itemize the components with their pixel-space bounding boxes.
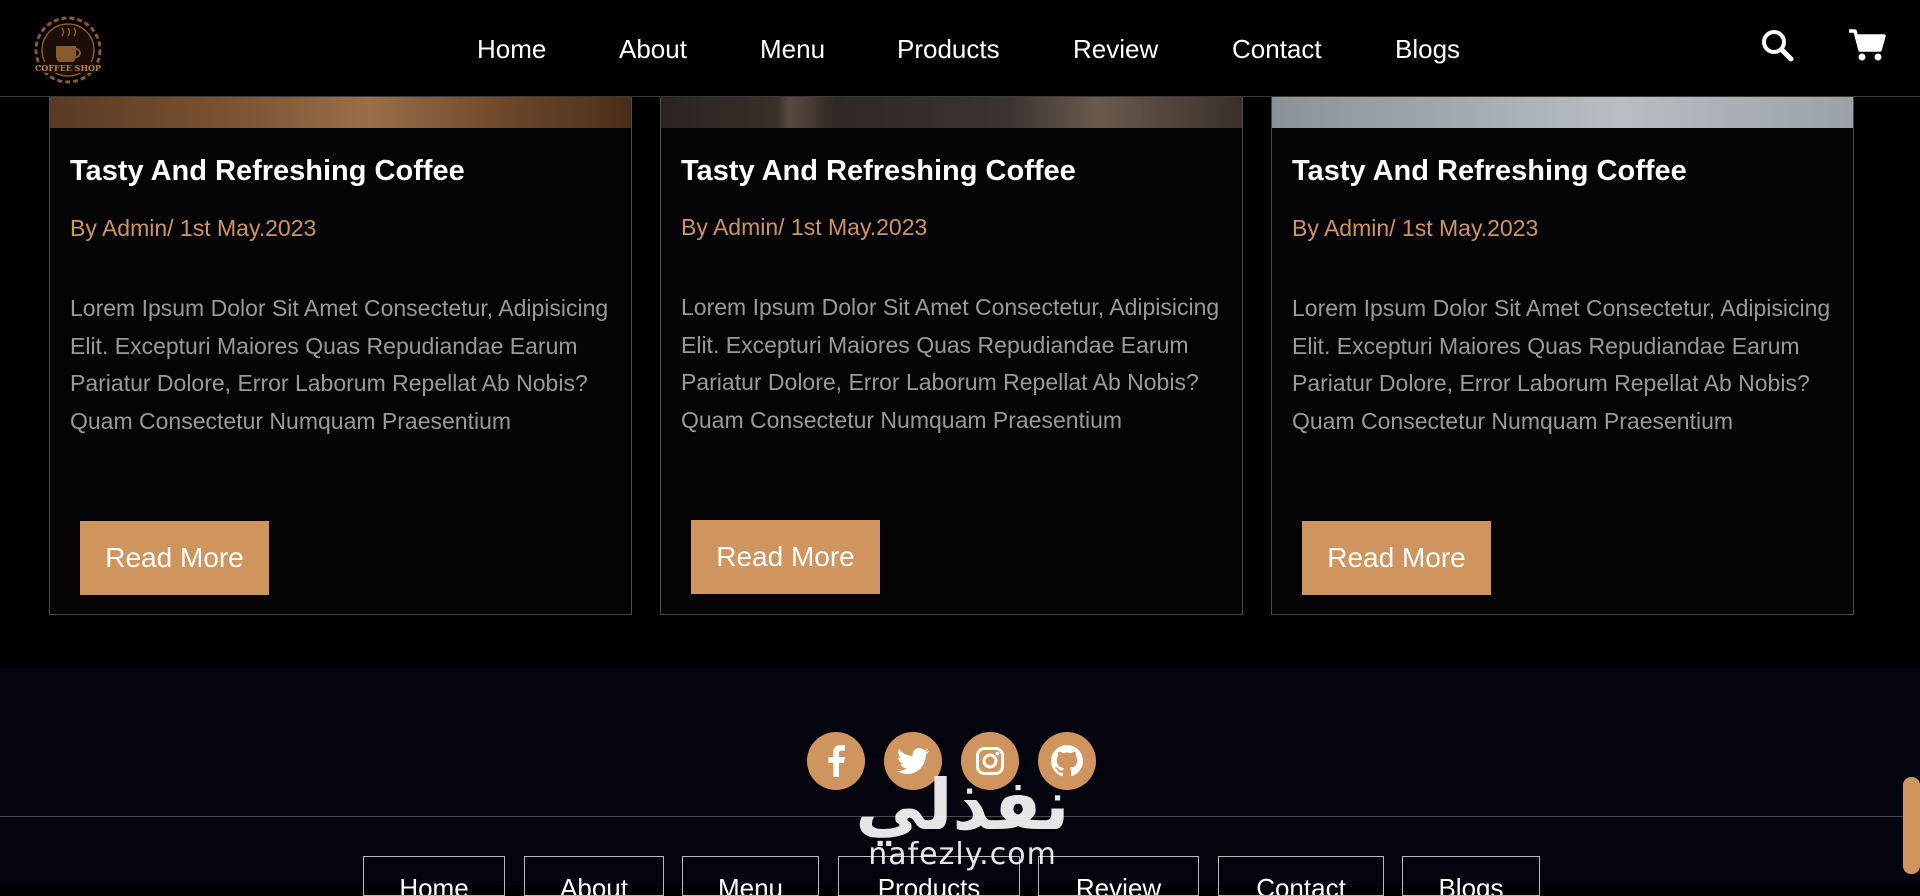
blog-card-image [50, 97, 631, 128]
main-nav: Home About Menu Products Review Contact … [0, 0, 1920, 97]
blog-card-body: Lorem Ipsum Dolor Sit Amet Consectetur, … [70, 295, 609, 434]
blog-card-title: Tasty And Refreshing Coffee [70, 155, 465, 187]
footer-nav-review[interactable]: Review [1038, 856, 1199, 896]
nav-home[interactable]: Home [477, 34, 546, 64]
blog-card: Tasty And Refreshing Coffee By Admin/ 1s… [1271, 97, 1854, 615]
read-more-button[interactable]: Read More [691, 520, 880, 594]
site-header: COFFEE SHOP Home About Menu Products Rev… [0, 0, 1920, 97]
blog-card: Tasty And Refreshing Coffee By Admin/ 1s… [49, 97, 632, 615]
github-icon[interactable] [1038, 732, 1096, 790]
read-more-button[interactable]: Read More [80, 521, 269, 595]
footer-nav-contact[interactable]: Contact [1218, 856, 1384, 896]
nav-about[interactable]: About [619, 34, 687, 64]
blog-card-body: Lorem Ipsum Dolor Sit Amet Consectetur, … [1292, 295, 1831, 434]
blog-card-meta: By Admin/ 1st May.2023 [681, 214, 928, 240]
footer-nav-blogs[interactable]: Blogs [1402, 856, 1540, 896]
scrollbar-thumb[interactable] [1903, 777, 1920, 874]
footer-nav-menu[interactable]: Menu [682, 856, 819, 896]
search-icon[interactable] [1760, 28, 1794, 67]
blog-card-body: Lorem Ipsum Dolor Sit Amet Consectetur, … [681, 294, 1220, 433]
instagram-icon[interactable] [961, 732, 1019, 790]
blog-card-title: Tasty And Refreshing Coffee [681, 155, 1076, 187]
facebook-icon[interactable] [807, 732, 865, 790]
site-footer: Home About Menu Products Review Contact … [0, 668, 1920, 896]
footer-divider [0, 816, 1920, 817]
blog-card-meta: By Admin/ 1st May.2023 [1292, 215, 1539, 241]
nav-blogs[interactable]: Blogs [1395, 34, 1460, 64]
footer-nav-about[interactable]: About [524, 856, 664, 896]
twitter-icon[interactable] [884, 732, 942, 790]
blog-card-image [661, 97, 1242, 128]
nav-contact[interactable]: Contact [1232, 34, 1322, 64]
shopping-cart-icon[interactable] [1848, 28, 1886, 67]
blog-card-image [1272, 97, 1853, 128]
blog-card-meta: By Admin/ 1st May.2023 [70, 215, 317, 241]
footer-nav-products[interactable]: Products [838, 856, 1020, 896]
blog-card: Tasty And Refreshing Coffee By Admin/ 1s… [660, 97, 1243, 615]
nav-products[interactable]: Products [897, 34, 1000, 64]
blog-card-title: Tasty And Refreshing Coffee [1292, 155, 1687, 187]
nav-menu[interactable]: Menu [760, 34, 825, 64]
footer-nav-home[interactable]: Home [363, 856, 505, 896]
read-more-button[interactable]: Read More [1302, 521, 1491, 595]
nav-review[interactable]: Review [1073, 34, 1158, 64]
